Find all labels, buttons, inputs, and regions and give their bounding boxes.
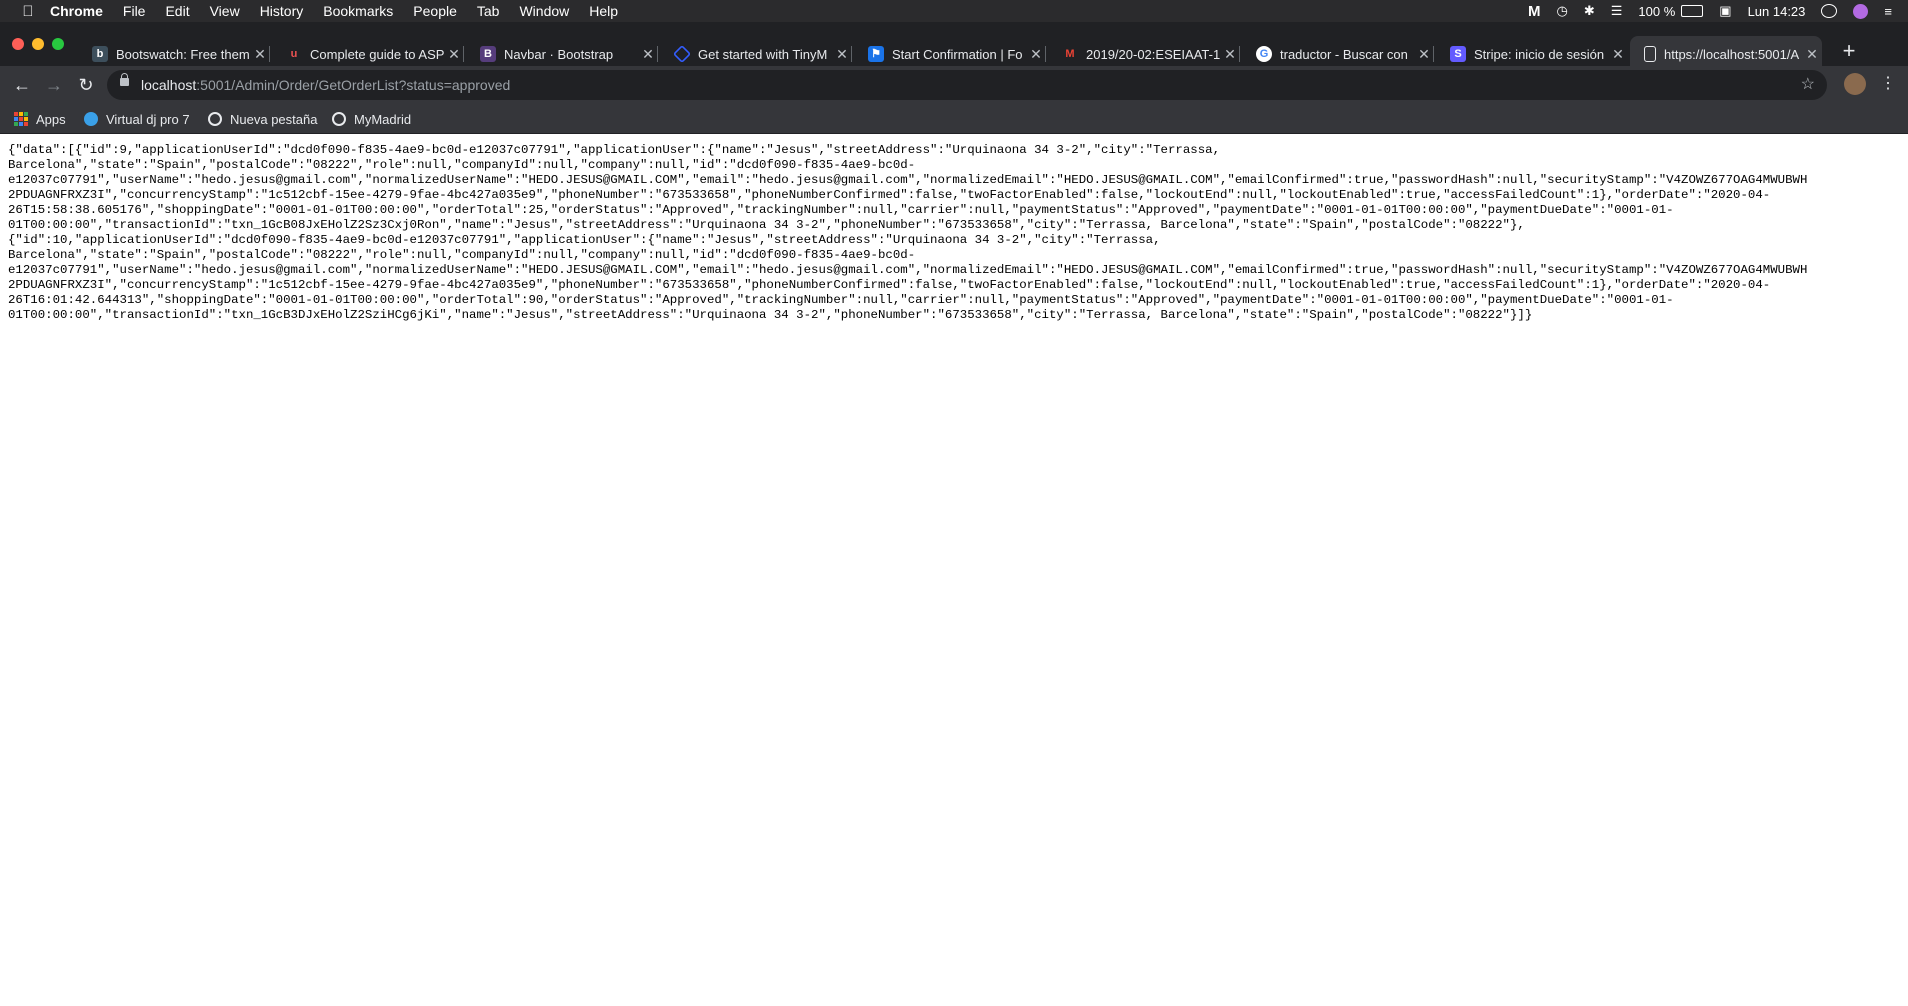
menu-people[interactable]: People [413, 3, 457, 19]
tab-title: Complete guide to ASP [310, 46, 444, 62]
bookmark-label: Apps [36, 111, 66, 127]
tinymce-icon [672, 44, 692, 64]
status-area: M ◷ ✱ ☰ 100 % ▣ Lun 14:23 ≡ [1528, 0, 1908, 22]
globe-icon [208, 112, 222, 126]
malwarebytes-icon[interactable]: M [1528, 3, 1541, 20]
url-path: :5001/Admin/Order/GetOrderList?status=ap… [196, 77, 511, 93]
tab-title: Get started with TinyM [698, 46, 828, 62]
menu-app-name[interactable]: Chrome [50, 3, 103, 19]
close-tab-icon[interactable]: ✕ [1608, 46, 1628, 63]
reload-button[interactable]: ↻ [74, 73, 98, 97]
address-bar[interactable]: localhost:5001/Admin/Order/GetOrderList?… [107, 70, 1827, 100]
bootswatch-icon: b [92, 46, 108, 62]
url-text[interactable]: localhost:5001/Admin/Order/GetOrderList?… [141, 77, 510, 93]
battery-icon[interactable] [1681, 5, 1704, 17]
chrome-menu-icon[interactable]: ⋮ [1880, 73, 1896, 93]
tab-title: Start Confirmation | Fo [892, 46, 1023, 62]
menu-bookmarks[interactable]: Bookmarks [323, 3, 393, 19]
bookmark-label: Nueva pestaña [230, 111, 318, 127]
close-tab-icon[interactable]: ✕ [1414, 46, 1434, 63]
apple-menu-icon[interactable]:  [18, 3, 38, 20]
spotlight-search-icon[interactable] [1821, 4, 1838, 18]
bookmark-label: MyMadrid [354, 111, 412, 127]
tab-title: Bootswatch: Free them [116, 46, 250, 62]
bookmark-star-icon[interactable]: ☆ [1801, 74, 1815, 94]
json-response-text: {"data":[{"id":9,"applicationUserId":"dc… [8, 143, 1808, 322]
tab-title: traductor - Buscar con [1280, 46, 1408, 62]
tab-title: 2019/20-02:ESEIAAT-1 [1086, 46, 1220, 62]
apps-grid-icon [14, 112, 28, 126]
bookmark-nueva-pestana[interactable]: Nueva pestaña [208, 110, 317, 128]
url-host: localhost [141, 77, 197, 93]
control-menu-icon[interactable]: ≡ [1884, 4, 1892, 19]
close-window-button[interactable] [12, 38, 24, 50]
bookmark-mymadrid[interactable]: MyMadrid [332, 110, 411, 128]
gmail-icon: M [1065, 48, 1075, 60]
menu-file[interactable]: File [123, 3, 146, 19]
tab-title: Stripe: inicio de sesión [1474, 46, 1605, 62]
new-tab-button[interactable]: + [1834, 36, 1864, 66]
page-icon [1644, 46, 1656, 62]
minimize-window-button[interactable] [32, 38, 44, 50]
bookmark-label: Virtual dj pro 7 [106, 111, 190, 127]
battery-percent[interactable]: 100 % [1638, 4, 1675, 19]
close-tab-icon[interactable]: ✕ [832, 46, 852, 63]
bootstrap-icon: B [480, 46, 496, 62]
close-tab-icon[interactable]: ✕ [638, 46, 658, 63]
close-tab-icon[interactable]: ✕ [444, 46, 464, 63]
macos-menu-bar:  Chrome File Edit View History Bookmark… [0, 0, 1908, 22]
lock-icon[interactable] [120, 73, 129, 86]
tab-title: Navbar · Bootstrap [504, 46, 614, 62]
globe-icon [332, 112, 346, 126]
clock[interactable]: Lun 14:23 [1748, 4, 1806, 19]
close-tab-icon[interactable]: ✕ [1220, 46, 1240, 63]
google-icon: G [1256, 46, 1272, 62]
menu-edit[interactable]: Edit [165, 3, 189, 19]
udemy-icon: u [290, 48, 298, 60]
time-machine-icon[interactable]: ◷ [1556, 3, 1567, 19]
menu-window[interactable]: Window [519, 3, 569, 19]
tab-title: https://localhost:5001/A [1664, 46, 1800, 62]
menu-view[interactable]: View [210, 3, 240, 19]
close-tab-icon[interactable]: ✕ [1802, 46, 1822, 63]
bluetooth-icon[interactable]: ✱ [1584, 3, 1595, 19]
zoom-window-button[interactable] [52, 38, 64, 50]
back-button[interactable]: ← [10, 73, 34, 97]
menu-help[interactable]: Help [589, 3, 618, 19]
window-controls [12, 38, 64, 50]
bookmark-apps[interactable]: Apps [14, 110, 66, 128]
display-icon[interactable]: ▣ [1719, 3, 1731, 19]
close-tab-icon[interactable]: ✕ [1026, 46, 1046, 63]
profile-avatar[interactable] [1844, 73, 1866, 95]
flag-icon: ⚑ [868, 46, 884, 62]
page-content: {"data":[{"id":9,"applicationUserId":"dc… [0, 134, 1908, 1006]
menu-tab[interactable]: Tab [477, 3, 500, 19]
forward-button[interactable]: → [42, 73, 66, 97]
bookmark-virtual-dj[interactable]: Virtual dj pro 7 [84, 110, 190, 128]
tab-strip: b Bootswatch: Free them ✕ u Complete gui… [0, 22, 1908, 72]
siri-icon[interactable] [1853, 3, 1869, 19]
wifi-icon[interactable]: ☰ [1611, 3, 1623, 19]
close-tab-icon[interactable]: ✕ [250, 46, 270, 63]
virtual-dj-icon [84, 112, 98, 126]
bookmarks-bar: Apps Virtual dj pro 7 Nueva pestaña MyMa… [0, 105, 1908, 134]
menu-history[interactable]: History [260, 3, 304, 19]
stripe-icon: S [1450, 46, 1466, 62]
browser-toolbar: ← → ↻ localhost:5001/Admin/Order/GetOrde… [0, 66, 1908, 105]
